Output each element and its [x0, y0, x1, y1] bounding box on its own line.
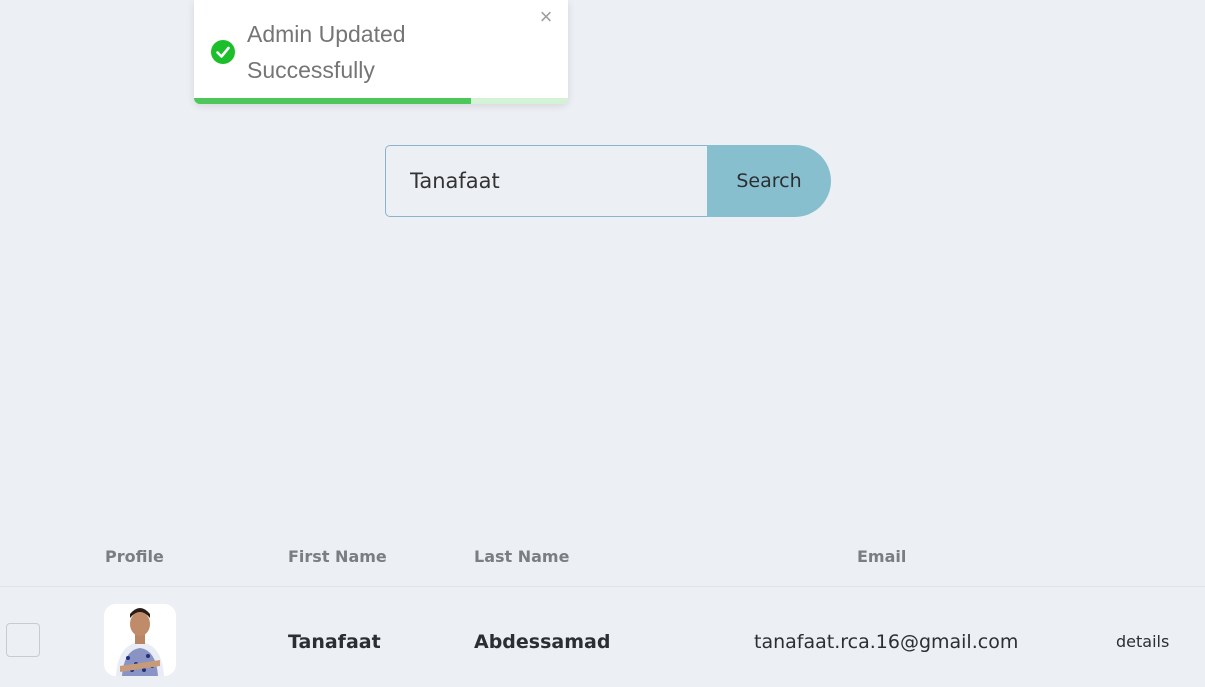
details-link[interactable]: details	[1116, 632, 1169, 651]
table-header: Profile First Name Last Name Email	[0, 537, 1205, 587]
cell-email: tanafaat.rca.16@gmail.com	[754, 631, 1019, 653]
column-header-email: Email	[857, 547, 907, 566]
avatar	[104, 604, 176, 676]
search-button[interactable]: Search	[707, 145, 831, 217]
close-icon[interactable]: ×	[536, 6, 556, 28]
check-circle-icon	[211, 40, 235, 64]
column-header-profile: Profile	[105, 547, 164, 566]
toast-notification: Admin Updated Successfully ×	[194, 0, 568, 104]
toast-message: Admin Updated Successfully	[247, 21, 406, 83]
cell-last-name: Abdessamad	[474, 631, 611, 653]
column-header-first-name: First Name	[288, 547, 387, 566]
table-row: Tanafaat Abdessamad tanafaat.rca.16@gmai…	[0, 587, 1205, 687]
cell-first-name: Tanafaat	[288, 631, 381, 653]
search-input[interactable]	[385, 145, 707, 217]
toast-progress-fill	[194, 98, 471, 104]
search-bar: Search	[385, 145, 831, 217]
row-checkbox[interactable]	[6, 623, 40, 657]
column-header-last-name: Last Name	[474, 547, 570, 566]
toast-progress-bar	[194, 98, 568, 104]
